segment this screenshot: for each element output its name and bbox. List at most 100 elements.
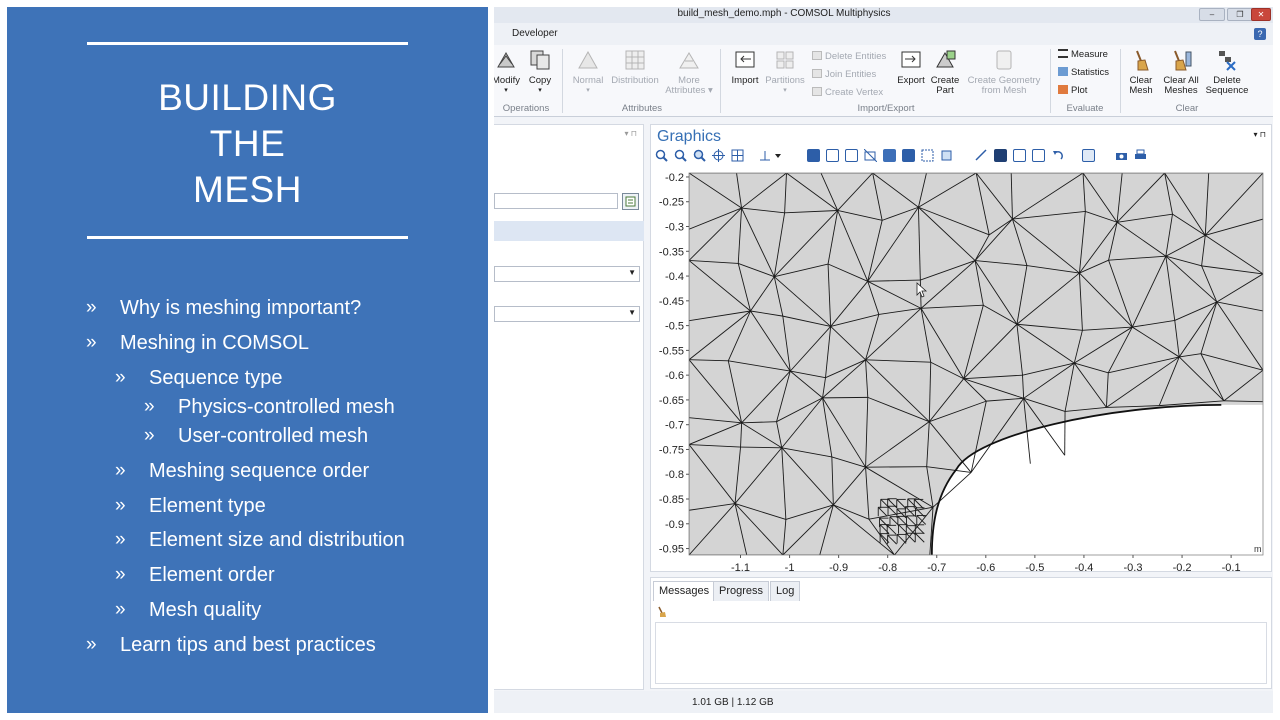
bullet-text: Meshing in COMSOL	[120, 332, 309, 354]
zoom-out-icon[interactable]	[674, 149, 687, 162]
y-axis: -0.2 -0.25 -0.3 -0.35 -0.4 -0.45 -0.5 -0.55 -0.6…	[659, 172, 689, 556]
y-tick-label: -0.5	[665, 321, 684, 333]
help-icon[interactable]: ?	[1254, 28, 1266, 40]
y-tick-label: -0.95	[659, 544, 684, 556]
deselect-icon[interactable]	[863, 148, 878, 163]
unit-label: m	[1254, 544, 1262, 554]
copy-button[interactable]: Copy ▾	[526, 49, 554, 96]
modify-button[interactable]: Modify ▾	[494, 49, 522, 96]
chevron-down-icon: ▼	[628, 308, 636, 317]
memory-usage: 1.01 GB | 1.12 GB	[692, 697, 774, 708]
y-tick-label: -0.6	[665, 370, 684, 382]
modify-icon	[497, 51, 515, 68]
settings-pane: ▾ ⊓ ▼ ▼	[494, 124, 644, 690]
bullet-item: » Element type	[115, 494, 266, 518]
join-entities-button[interactable]: Join Entities	[812, 69, 876, 80]
create-vertex-button[interactable]: Create Vertex	[812, 87, 883, 98]
delete-sequence-icon	[1219, 51, 1236, 71]
export-button[interactable]: Export	[894, 49, 928, 86]
box-select-icon[interactable]	[921, 149, 934, 162]
section-header[interactable]	[494, 221, 644, 241]
undo-icon[interactable]	[1051, 149, 1064, 162]
bullet-item: » Sequence type	[115, 366, 282, 390]
more-attributes-button[interactable]: More Attributes ▾	[664, 49, 714, 96]
build-button[interactable]	[622, 193, 639, 210]
normal-button[interactable]: Normal ▾	[568, 49, 608, 96]
bullet-chevron-icon: »	[115, 599, 126, 620]
clear-messages-icon[interactable]	[657, 605, 667, 623]
select-boundaries-icon[interactable]	[826, 149, 839, 162]
x-tick-label: -0.1	[1222, 562, 1241, 571]
join-entities-icon	[812, 69, 822, 78]
sequence-type-select[interactable]: ▼	[494, 266, 640, 282]
x-tick-label: -0.8	[878, 562, 897, 571]
pin-icon[interactable]: ▾ ⊓	[1254, 130, 1266, 139]
label-field[interactable]	[494, 193, 618, 209]
clear-all-meshes-button[interactable]: Clear All Meshes	[1158, 49, 1204, 96]
zoom-selected-icon[interactable]	[712, 149, 725, 162]
bullet-chevron-icon: »	[115, 495, 126, 516]
filter-icon[interactable]	[940, 149, 953, 162]
bullet-item: » Mesh quality	[115, 598, 262, 622]
pin-icon[interactable]: ▾ ⊓	[625, 129, 637, 138]
partitions-button[interactable]: Partitions ▾	[764, 49, 806, 96]
hide-icon[interactable]	[975, 149, 988, 162]
copy-label: Copy	[528, 75, 552, 86]
clear-mesh-button[interactable]: Clear Mesh	[1124, 49, 1158, 96]
tab-log[interactable]: Log	[770, 581, 801, 601]
slide-title-line: MESH	[193, 169, 302, 210]
y-tick-label: -0.25	[659, 197, 684, 209]
tab-progress[interactable]: Progress	[713, 581, 770, 601]
partitions-icon	[776, 51, 794, 69]
x-tick-label: -0.6	[976, 562, 995, 571]
delete-entities-button[interactable]: Delete Entities	[812, 51, 886, 62]
axis-orientation-icon[interactable]	[759, 149, 783, 162]
plot-button[interactable]: Plot	[1058, 85, 1087, 96]
import-button[interactable]: Import	[726, 49, 764, 86]
statistics-button[interactable]: Statistics	[1058, 67, 1109, 78]
measure-icon	[1058, 49, 1068, 58]
y-tick-label: -0.8	[665, 469, 684, 481]
element-size-select[interactable]: ▼	[494, 306, 640, 322]
y-tick-label: -0.7	[665, 420, 684, 432]
plot-label: Plot	[1071, 85, 1088, 96]
bullet-text: Element order	[149, 564, 275, 586]
group-attributes: Attributes	[621, 103, 663, 114]
distribution-icon	[625, 50, 645, 70]
tab-developer[interactable]: Developer	[512, 28, 558, 39]
scene-light-icon[interactable]	[1032, 149, 1045, 162]
zoom-in-icon[interactable]	[655, 149, 668, 162]
close-button[interactable]: ✕	[1251, 8, 1271, 21]
transparency-icon[interactable]	[883, 149, 896, 162]
bullet-item: » User-controlled mesh	[144, 424, 368, 448]
create-geometry-icon	[996, 50, 1012, 70]
bullet-text: Learn tips and best practices	[120, 634, 376, 656]
ribbon-separator	[562, 49, 563, 113]
camera-icon[interactable]	[1115, 149, 1128, 162]
x-axis: -1.1 -1 -0.9 -0.8 -0.7 -0.6 -0.5 -0.4 -0.3 -0.2 -0…	[731, 555, 1241, 571]
y-tick-label: -0.55	[659, 345, 684, 357]
zoom-box-icon[interactable]	[693, 149, 706, 162]
select-edges-icon[interactable]	[845, 149, 858, 162]
y-tick-label: -0.4	[665, 271, 684, 283]
print-icon[interactable]	[1134, 149, 1147, 162]
create-part-button[interactable]: Create Part	[928, 49, 962, 96]
measure-button[interactable]: Measure	[1058, 49, 1108, 60]
messages-log	[655, 622, 1267, 684]
zoom-extents-icon[interactable]	[731, 149, 744, 162]
tab-messages[interactable]: Messages	[653, 581, 716, 601]
distribution-button[interactable]: Distribution	[608, 49, 662, 86]
mesh-plot[interactable]: -0.2 -0.25 -0.3 -0.35 -0.4 -0.45 -0.5 -0.55 -0.6…	[651, 169, 1271, 571]
maximize-button[interactable]: ❐	[1227, 8, 1253, 21]
reset-hiding-icon[interactable]	[1013, 149, 1026, 162]
minimize-button[interactable]: –	[1199, 8, 1225, 21]
wireframe-icon[interactable]	[902, 149, 915, 162]
delete-sequence-button[interactable]: Delete Sequence	[1204, 49, 1250, 96]
create-geometry-from-mesh-button[interactable]: Create Geometry from Mesh	[962, 49, 1046, 96]
select-box-icon[interactable]	[807, 149, 820, 162]
copy-icon	[530, 50, 550, 70]
view-unhide-icon[interactable]	[994, 149, 1007, 162]
x-tick-label: -1	[785, 562, 795, 571]
bullet-text: Mesh quality	[149, 599, 262, 621]
scene-icon[interactable]	[1082, 149, 1095, 162]
